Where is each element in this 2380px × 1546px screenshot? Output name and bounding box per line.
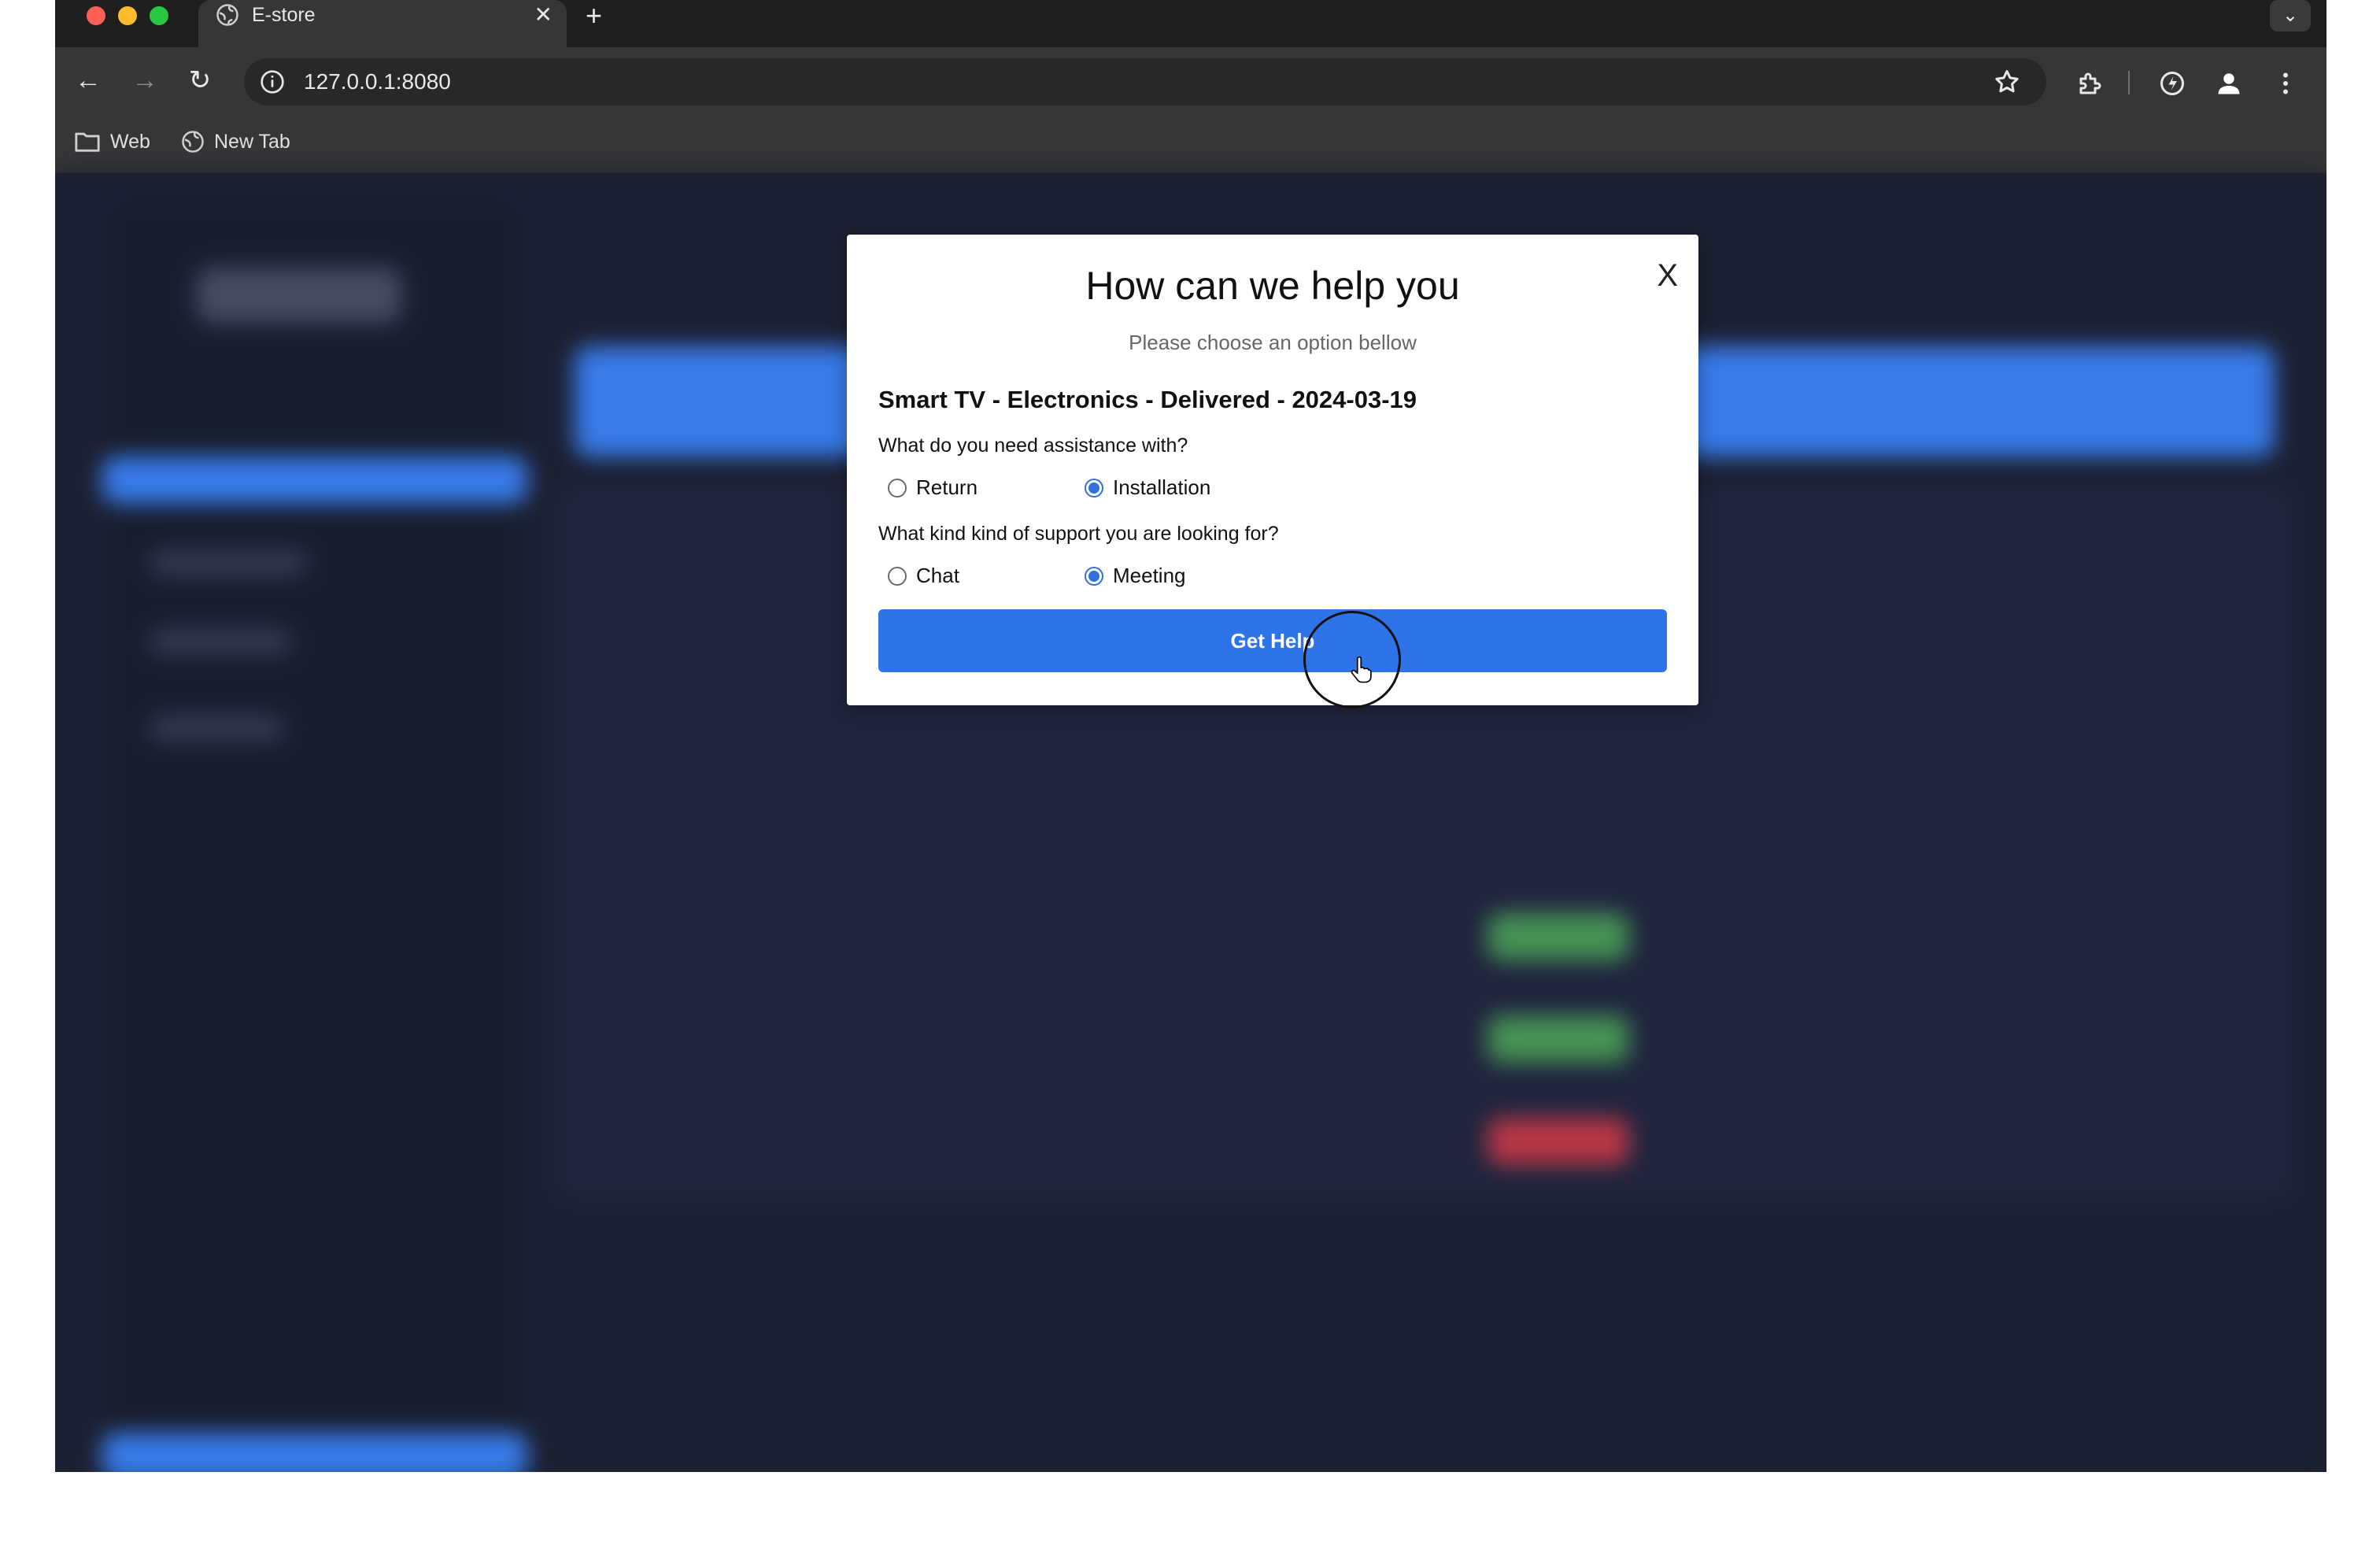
radio-installation[interactable]: Installation (1085, 475, 1210, 500)
tab-close-icon[interactable]: ✕ (534, 2, 552, 28)
globe-icon (216, 4, 238, 26)
radio-chat[interactable]: Chat (888, 564, 959, 588)
reload-icon[interactable]: ↻ (184, 65, 216, 96)
folder-icon (75, 132, 100, 152)
tab-search-chevron-icon[interactable]: ⌄ (2270, 0, 2311, 31)
kebab-menu-icon[interactable] (2271, 69, 2300, 98)
radio-button[interactable] (888, 478, 907, 497)
support-type-question: What kind kind of support you are lookin… (878, 523, 1279, 545)
maximize-window-button[interactable] (150, 6, 168, 25)
help-modal: X How can we help you Please choose an o… (847, 235, 1698, 708)
bookmark-web[interactable]: Web (74, 128, 150, 156)
extensions-puzzle-icon[interactable] (2076, 69, 2105, 98)
get-help-button[interactable]: Get Help (878, 609, 1667, 672)
bookmark-new-tab[interactable]: New Tab (181, 128, 290, 156)
tab-strip: E-store ✕ + ⌄ (55, 0, 2326, 47)
radio-label: Meeting (1113, 564, 1186, 587)
forward-arrow-icon[interactable]: → (129, 65, 161, 96)
browser-window: E-store ✕ + ⌄ ← → ↻ 127.0.0.1:8080 Web N… (55, 0, 2326, 1472)
radio-button[interactable] (1085, 566, 1103, 586)
profile-avatar-icon[interactable] (2215, 69, 2243, 98)
new-tab-button[interactable]: + (586, 0, 602, 31)
tab-e-store[interactable]: E-store ✕ (198, 0, 567, 47)
hand-pointer-icon (1351, 656, 1372, 683)
product-summary: Smart TV - Electronics - Delivered - 202… (878, 386, 1417, 413)
bookmark-label: Web (110, 130, 150, 153)
toolbar-divider (2128, 71, 2130, 94)
site-info-icon[interactable] (260, 69, 285, 94)
bookmark-label: New Tab (214, 130, 290, 153)
back-arrow-icon[interactable]: ← (72, 65, 104, 96)
url-text[interactable]: 127.0.0.1:8080 (304, 69, 451, 94)
close-window-button[interactable] (87, 6, 105, 25)
bookmark-star-icon[interactable] (1993, 68, 2021, 96)
radio-label: Chat (916, 564, 959, 587)
modal-subtitle: Please choose an option bellow (1129, 331, 1417, 354)
globe-icon (182, 131, 204, 153)
performance-icon[interactable] (2158, 69, 2186, 98)
assistance-question: What do you need assistance with? (878, 435, 1188, 457)
radio-button[interactable] (888, 566, 907, 586)
radio-meeting[interactable]: Meeting (1085, 564, 1186, 588)
minimize-window-button[interactable] (118, 6, 137, 25)
browser-toolbar: ← → ↻ 127.0.0.1:8080 (55, 47, 2326, 113)
radio-button[interactable] (1085, 478, 1103, 497)
radio-return[interactable]: Return (888, 475, 978, 500)
radio-label: Installation (1113, 475, 1211, 499)
bookmarks-bar: Web New Tab (55, 113, 2326, 173)
tab-title: E-store (252, 4, 316, 26)
modal-title: How can we help you (1085, 264, 1460, 308)
address-bar[interactable]: 127.0.0.1:8080 (244, 58, 2046, 105)
radio-label: Return (916, 475, 978, 499)
